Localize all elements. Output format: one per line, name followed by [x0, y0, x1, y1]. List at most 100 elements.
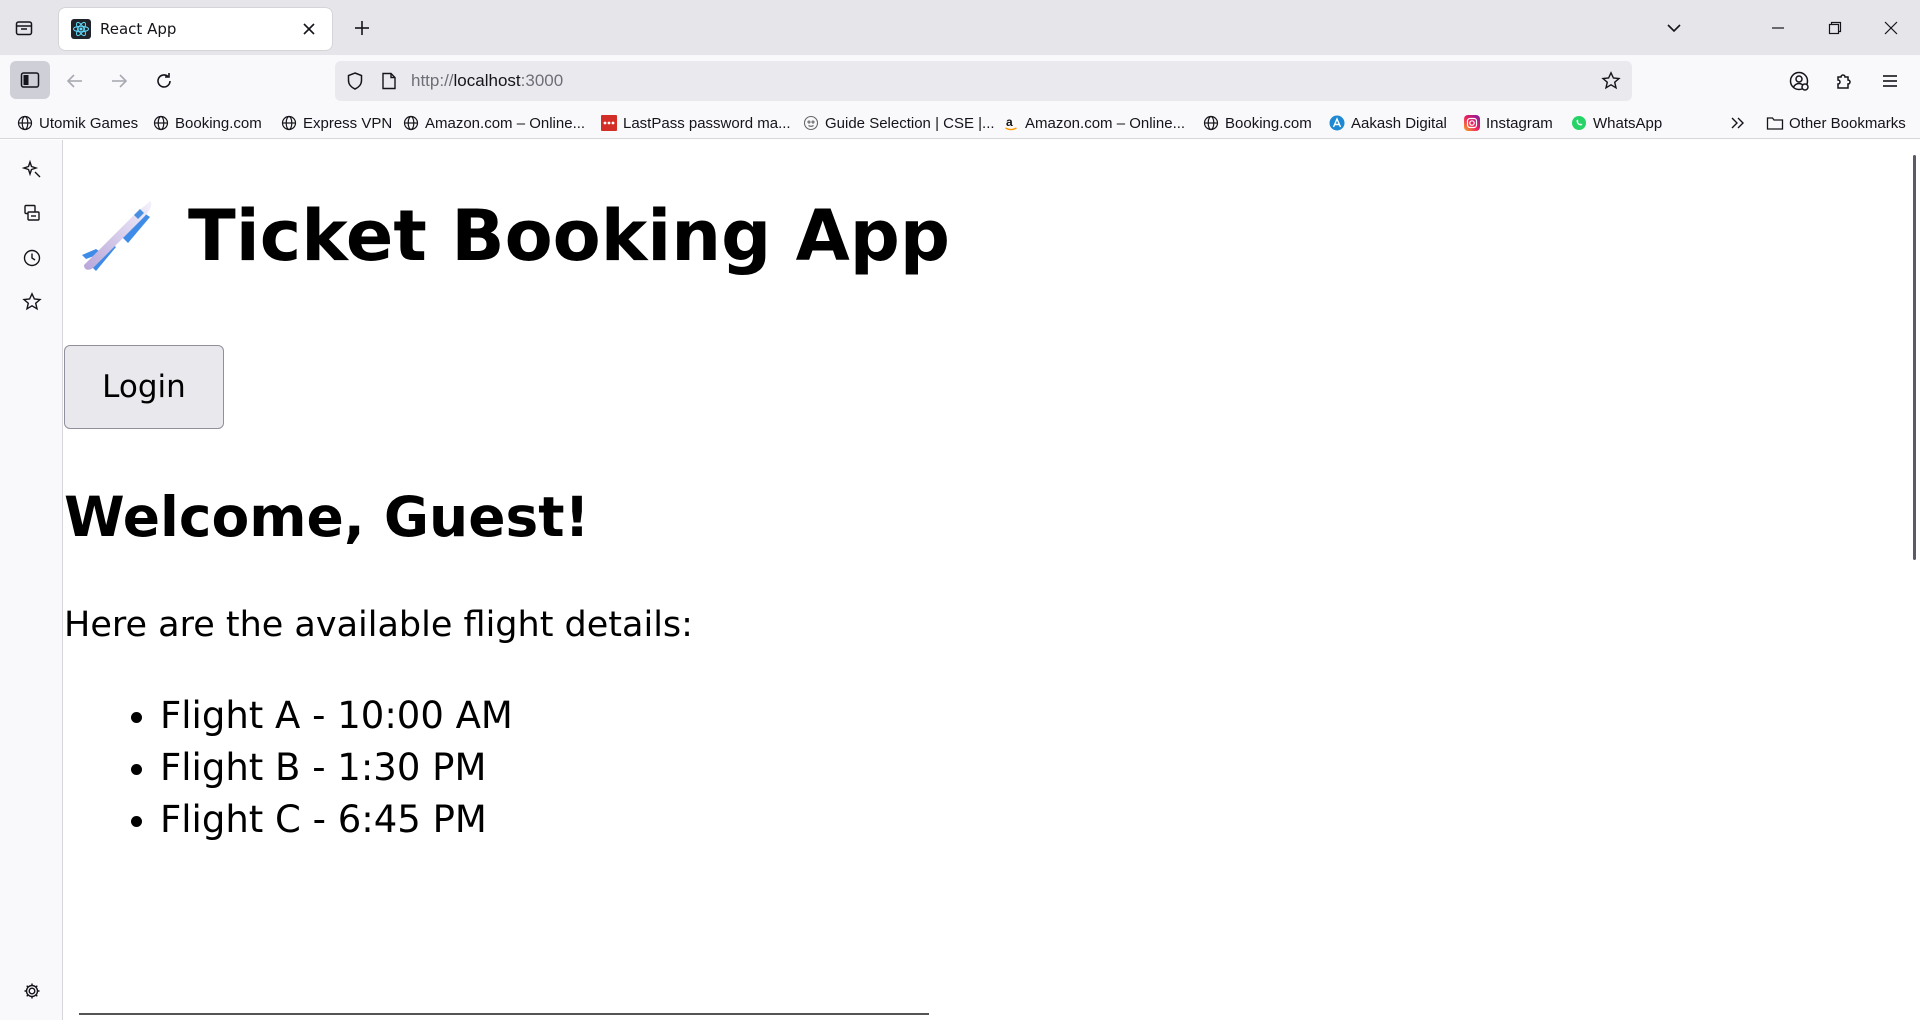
reload-icon	[157, 73, 171, 88]
lastpass-icon	[600, 114, 618, 132]
restore-button[interactable]	[1812, 8, 1858, 48]
bookmark-item[interactable]: a Amazon.com – Online...	[1002, 112, 1185, 134]
tab-title: React App	[100, 20, 177, 38]
close-tab-icon[interactable]	[298, 18, 320, 40]
shield-icon[interactable]	[344, 70, 366, 92]
menu-button[interactable]	[1872, 63, 1908, 99]
bookmark-label: Booking.com	[1225, 114, 1312, 132]
synced-tabs-button[interactable]	[17, 198, 47, 228]
list-item: Flight B - 1:30 PM	[160, 742, 513, 794]
bookmark-item[interactable]: WhatsApp	[1570, 112, 1662, 134]
instagram-icon	[1463, 114, 1481, 132]
flights-intro-text: Here are the available flight details:	[64, 605, 693, 645]
horizontal-rule	[79, 1013, 929, 1015]
bookmark-item[interactable]: Amazon.com – Online...	[402, 112, 585, 134]
folder-icon	[1766, 114, 1784, 132]
globe-icon	[402, 114, 420, 132]
sidebar	[0, 140, 63, 1020]
close-icon	[1884, 21, 1898, 35]
bookmark-label: WhatsApp	[1593, 114, 1663, 132]
whatsapp-icon	[1570, 114, 1588, 132]
history-button[interactable]	[17, 243, 47, 273]
minimize-icon	[1772, 27, 1784, 29]
double-chevron-right-icon	[1731, 117, 1744, 129]
bookmark-item[interactable]: Utomik Games	[16, 112, 138, 134]
restore-icon	[1828, 21, 1842, 35]
navigation-toolbar: http://localhost:3000	[0, 55, 1920, 107]
globe-icon	[1202, 114, 1220, 132]
bookmark-label: Guide Selection | CSE |...	[825, 114, 995, 132]
arrow-right-icon	[112, 74, 128, 88]
svg-text:a: a	[1006, 115, 1013, 129]
bookmark-label: Amazon.com – Online...	[425, 114, 586, 132]
minimize-button[interactable]	[1755, 8, 1801, 48]
bookmarks-sidebar-button[interactable]	[17, 287, 47, 317]
star-icon	[22, 292, 42, 311]
bookmark-label: Instagram	[1486, 114, 1553, 132]
bookmark-item[interactable]: Express VPN	[280, 112, 392, 134]
app-title-text: Ticket Booking App	[188, 195, 951, 277]
bookmark-label: Express VPN	[303, 114, 393, 132]
url-host: localhost	[453, 71, 521, 90]
new-tab-button[interactable]	[348, 14, 376, 42]
globe-icon	[280, 114, 298, 132]
sparkle-icon	[22, 159, 41, 178]
url-text[interactable]: http://localhost:3000	[411, 71, 563, 91]
airplane-icon	[74, 195, 156, 277]
arrow-left-icon	[66, 74, 82, 88]
other-bookmarks-folder[interactable]: Other Bookmarks	[1766, 112, 1906, 134]
list-item: Flight C - 6:45 PM	[160, 794, 513, 846]
bookmark-item[interactable]: Instagram	[1463, 112, 1553, 134]
login-button[interactable]: Login	[64, 345, 224, 429]
back-button[interactable]	[57, 63, 93, 99]
bookmark-item[interactable]: LastPass password ma...	[600, 112, 791, 134]
page-content: Ticket Booking App Login Welcome, Guest!…	[64, 140, 1920, 1020]
tab-active[interactable]: React App	[59, 8, 332, 50]
account-button[interactable]	[1781, 63, 1817, 99]
hamburger-icon	[1883, 75, 1897, 87]
extensions-button[interactable]	[1826, 63, 1862, 99]
page-icon[interactable]	[379, 71, 399, 91]
tab-strip: React App	[0, 0, 1920, 55]
url-scheme: http://	[411, 71, 454, 90]
sidebar-toggle-button[interactable]	[10, 61, 50, 99]
bookmarks-toolbar: Utomik Games Booking.com Express VPN Ama…	[0, 107, 1920, 139]
star-icon[interactable]	[1600, 70, 1622, 92]
synced-tabs-icon	[24, 204, 40, 221]
clock-icon	[23, 249, 41, 267]
list-item: Flight A - 10:00 AM	[160, 690, 513, 742]
bookmark-label: Booking.com	[175, 114, 262, 132]
gear-icon	[24, 983, 40, 999]
other-bookmarks-label: Other Bookmarks	[1789, 114, 1906, 132]
firefox-view-button[interactable]	[10, 14, 38, 42]
bookmark-label: Aakash Digital	[1351, 114, 1447, 132]
customize-sidebar-button[interactable]	[17, 976, 47, 1006]
bookmark-item[interactable]: Aakash Digital	[1328, 112, 1447, 134]
bookmark-item[interactable]: Guide Selection | CSE |...	[802, 112, 995, 134]
bookmark-item[interactable]: Booking.com	[1202, 112, 1312, 134]
more-bookmarks-button[interactable]	[1725, 112, 1751, 134]
amazon-icon: a	[1002, 114, 1020, 132]
plus-icon	[355, 21, 369, 35]
welcome-heading: Welcome, Guest!	[64, 485, 590, 549]
aakash-icon	[1328, 114, 1346, 132]
forward-button[interactable]	[101, 63, 137, 99]
page-title: Ticket Booking App	[74, 195, 950, 277]
bookmark-item[interactable]: Booking.com	[152, 112, 262, 134]
guide-icon	[802, 114, 820, 132]
close-window-button[interactable]	[1868, 8, 1914, 48]
url-bar[interactable]: http://localhost:3000	[335, 61, 1632, 101]
scrollbar[interactable]	[1913, 155, 1916, 560]
bookmark-label: LastPass password ma...	[623, 114, 791, 132]
reload-button[interactable]	[146, 63, 182, 99]
bookmark-label: Amazon.com – Online...	[1025, 114, 1186, 132]
globe-icon	[152, 114, 170, 132]
ai-chatbot-button[interactable]	[17, 154, 47, 184]
firefox-view-icon	[15, 21, 33, 36]
url-port: :3000	[520, 71, 564, 90]
sidebar-icon	[20, 72, 40, 88]
list-all-tabs-button[interactable]	[1660, 14, 1688, 42]
bookmark-label: Utomik Games	[39, 114, 139, 132]
globe-icon	[16, 114, 34, 132]
puzzle-icon	[1837, 74, 1851, 89]
